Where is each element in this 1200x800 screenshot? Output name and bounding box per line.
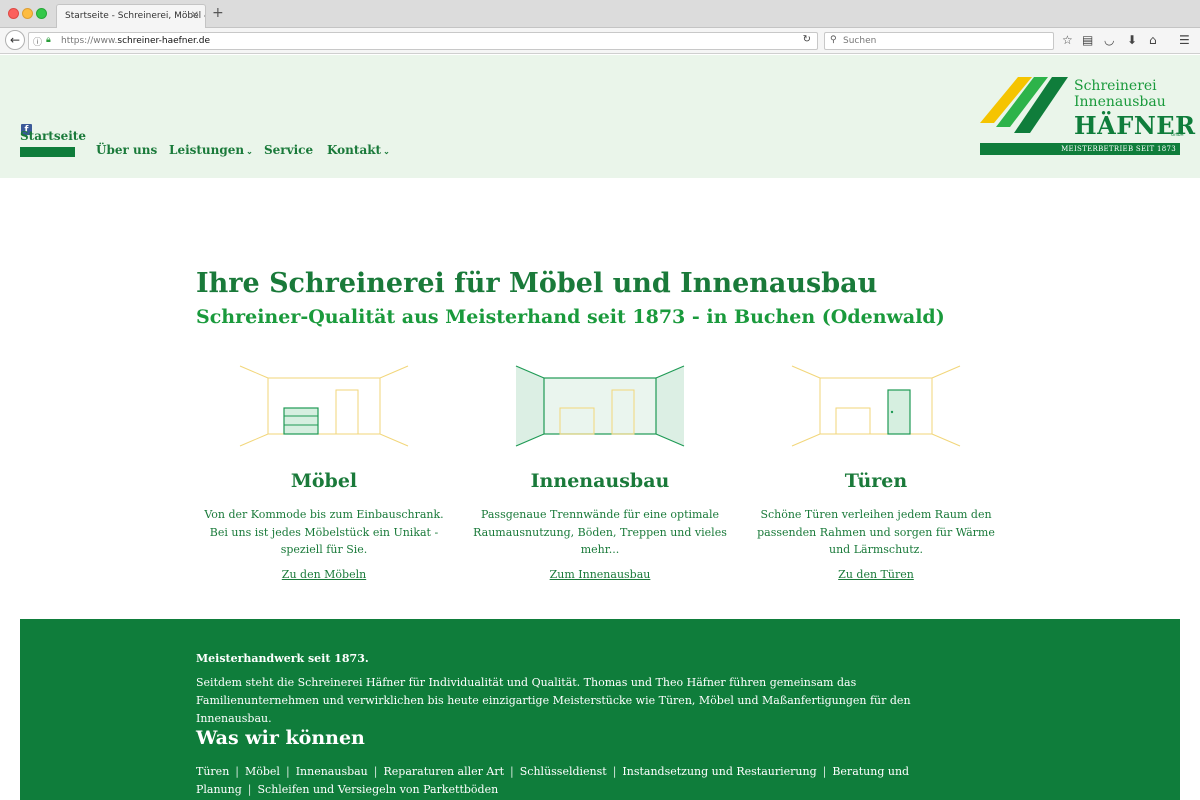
new-tab-button[interactable]: + (212, 5, 224, 21)
reload-icon[interactable]: ↻ (803, 34, 811, 45)
services-title: Was wir können (196, 727, 365, 749)
nav-active-indicator (20, 147, 75, 157)
url-host: schreiner-haefner.de (117, 36, 211, 46)
service-item: Türen (196, 765, 230, 778)
lock-icon: 🔒︎ (46, 35, 51, 45)
tab-title: Startseite - Schreinerei, Möbel & Innena… (65, 11, 205, 21)
about-heading: Meisterhandwerk seit 1873. (196, 652, 369, 665)
reading-list-icon[interactable]: ▤ (1082, 33, 1093, 47)
card-innenausbau: Innenausbau Passgenaue Trennwände für ei… (472, 356, 728, 586)
nav-item-startseite[interactable]: Startseite (20, 129, 86, 143)
services-list: Türen | Möbel | Innenausbau | Reparaturen alle… (196, 763, 996, 799)
minimize-window-button[interactable] (22, 8, 33, 19)
pocket-icon[interactable]: ◡ (1104, 33, 1114, 47)
link-zum-innenausbau[interactable]: Zum Innenausbau (472, 568, 728, 581)
separator: | (612, 765, 617, 778)
link-zu-den-moebeln[interactable]: Zu den Möbeln (196, 568, 452, 581)
page-subheadline: Schreiner-Qualität aus Meisterhand seit … (196, 306, 945, 328)
logo-stripes-icon (980, 77, 1068, 133)
url-protocol: https://www. (61, 36, 118, 46)
separator: | (235, 765, 239, 778)
close-window-button[interactable] (8, 8, 19, 19)
nav-item-ueber-uns[interactable]: Über uns (96, 143, 157, 157)
card-text: Von der Kommode bis zum Einbauschrank. B… (204, 508, 444, 556)
nav-item-service[interactable]: Service (264, 143, 313, 157)
service-item: Innenausbau (295, 765, 368, 778)
search-input[interactable]: ⚲ Suchen (824, 32, 1054, 50)
separator: | (285, 765, 290, 778)
room-tueren-illustration-icon (791, 365, 961, 447)
service-item: Instandsetzung und Restaurierung (622, 765, 817, 778)
company-logo[interactable]: Schreinerei Innenausbau HÄFNER GmbH MEIS… (978, 75, 1195, 157)
info-icon[interactable]: ⓘ (33, 35, 42, 48)
service-item: Schleifen und Versiegeln von Parkettböde… (257, 783, 499, 796)
service-item: Schlüsseldienst (519, 765, 607, 778)
service-item: Reparaturen aller Art (383, 765, 505, 778)
chevron-down-icon: ⌄ (246, 146, 253, 156)
home-icon[interactable]: ⌂ (1149, 33, 1157, 47)
service-item: Möbel (245, 765, 280, 778)
card-text: Passgenaue Trennwände für eine optimale … (473, 508, 727, 556)
menu-icon[interactable]: ☰ (1179, 33, 1190, 47)
card-title: Türen (844, 470, 908, 492)
separator: | (822, 765, 827, 778)
nav-label-leistungen: Leistungen (169, 143, 245, 157)
close-tab-icon[interactable]: ✕ (191, 10, 199, 21)
card-moebel: Möbel Von der Kommode bis zum Einbauschr… (196, 356, 452, 586)
logo-line-innenausbau: Innenausbau (1074, 94, 1166, 110)
search-icon: ⚲ (830, 35, 837, 45)
browser-tab[interactable]: Startseite - Schreinerei, Möbel & Innena… (56, 4, 206, 28)
nav-item-kontakt[interactable]: Kontakt ⌄ (327, 143, 390, 157)
separator: | (373, 765, 378, 778)
site-header: f Startseite Über uns Leistungen ⌄ Servic… (0, 55, 1200, 178)
url-bar[interactable]: ⓘ 🔒︎ https://www.schreiner-haefner.de ↻ (28, 32, 818, 50)
browser-tabbar: Startseite - Schreinerei, Möbel & Innena… (0, 0, 1200, 28)
bookmark-star-icon[interactable]: ☆ (1062, 33, 1073, 47)
search-placeholder: Suchen (843, 36, 877, 46)
card-text: Schöne Türen verleihen jedem Raum den pa… (757, 508, 995, 556)
chevron-down-icon: ⌄ (383, 146, 390, 156)
card-tueren: Türen Schöne Türen verleihen jedem Raum … (748, 356, 1004, 586)
about-text: Seitdem steht die Schreinerei Häfner für… (196, 676, 911, 725)
separator: | (247, 783, 252, 796)
back-button[interactable]: ← (5, 30, 25, 50)
about-section: Meisterhandwerk seit 1873. Seitdem steht… (20, 619, 1180, 800)
url-text: https://www.schreiner-haefner.de (61, 36, 210, 46)
nav-label-kontakt: Kontakt (327, 143, 382, 157)
logo-line-schreinerei: Schreinerei (1074, 78, 1157, 94)
room-moebel-illustration-icon (239, 365, 409, 447)
separator: | (510, 765, 514, 778)
logo-tagline: MEISTERBETRIEB SEIT 1873 (1061, 145, 1176, 153)
card-title: Möbel (290, 470, 358, 492)
logo-suffix: GmbH (1171, 132, 1184, 137)
page-headline: Ihre Schreinerei für Möbel und Innenausb… (196, 268, 878, 299)
maximize-window-button[interactable] (36, 8, 47, 19)
download-icon[interactable]: ⬇ (1127, 33, 1137, 47)
link-zu-den-tueren[interactable]: Zu den Türen (748, 568, 1004, 581)
logo-tagline-bar: MEISTERBETRIEB SEIT 1873 (980, 143, 1180, 155)
card-title: Innenausbau (530, 470, 670, 492)
browser-navbar: ← ⓘ 🔒︎ https://www.schreiner-haefner.de … (0, 28, 1200, 54)
nav-item-leistungen[interactable]: Leistungen ⌄ (169, 143, 253, 157)
room-innenausbau-illustration-icon (515, 365, 685, 447)
